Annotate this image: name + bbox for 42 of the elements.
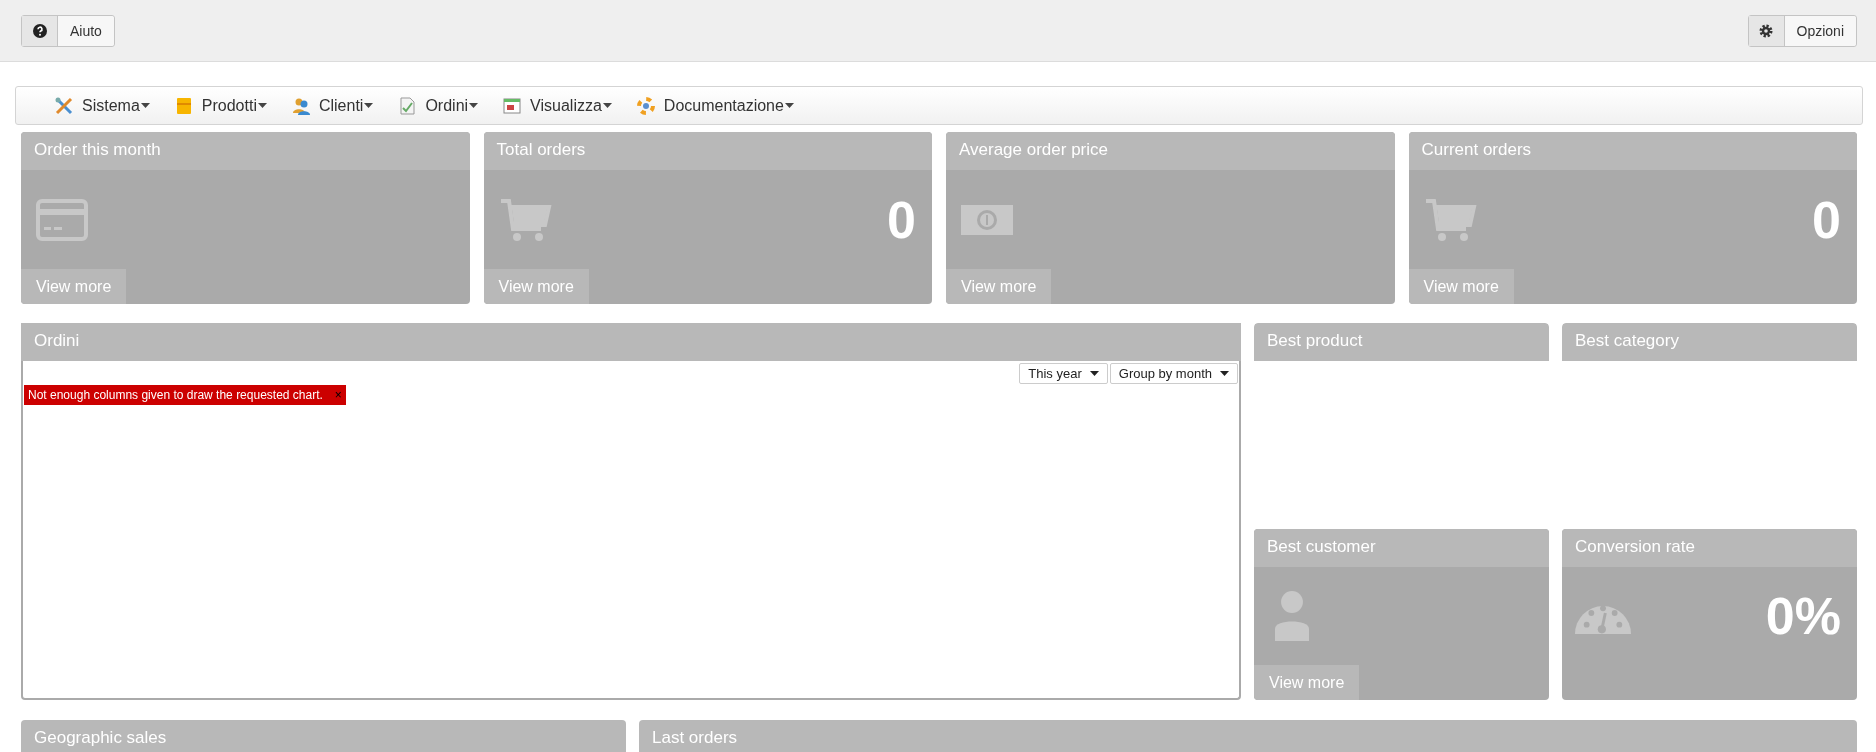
- menu-item[interactable]: Documentazione: [623, 87, 806, 124]
- settings-button[interactable]: [1748, 15, 1785, 46]
- menu-item[interactable]: Sistema: [42, 87, 162, 124]
- tools-icon: [54, 95, 74, 116]
- stat-value: 0: [887, 189, 916, 250]
- panel-title: Best product: [1254, 323, 1549, 361]
- help-button[interactable]: [22, 15, 58, 46]
- caret-icon: [784, 103, 794, 108]
- caret-icon: [469, 103, 479, 108]
- lifebuoy-icon: [635, 95, 656, 116]
- caret-icon: [364, 103, 374, 108]
- stat-value: 0: [1812, 189, 1841, 250]
- person-icon: [1275, 591, 1309, 641]
- menu-item[interactable]: Prodotti: [161, 87, 279, 124]
- caret-icon: [602, 103, 612, 108]
- gauge-icon: [1575, 606, 1631, 634]
- panel-title: Conversion rate: [1562, 529, 1857, 567]
- card-title: Current orders: [1408, 132, 1857, 170]
- panel-title: Best customer: [1254, 529, 1549, 567]
- panel-title: Best category: [1562, 323, 1857, 361]
- caret-icon: [257, 103, 267, 108]
- caret-icon: [140, 103, 150, 108]
- panel-title: Ordini: [21, 323, 1241, 361]
- card-title: Order this month: [21, 132, 470, 170]
- panel-title: Geographic sales: [21, 720, 626, 752]
- card-title: Total orders: [483, 132, 932, 170]
- window-icon: [502, 95, 523, 116]
- caret-icon: [1089, 371, 1099, 376]
- document-icon: [397, 95, 418, 116]
- card-title: Average order price: [946, 132, 1395, 170]
- panel-title: Last orders: [639, 720, 1857, 752]
- dropdown[interactable]: This year: [1019, 363, 1108, 384]
- settings-icon: [1758, 22, 1775, 39]
- dropdown[interactable]: Group by month: [1109, 363, 1238, 384]
- error-message: Not enough columns given to draw the requested chart.: [28, 388, 323, 402]
- stat-value: 0%: [1765, 586, 1841, 646]
- menu-item[interactable]: Ordini: [385, 87, 491, 124]
- caret-icon: [1220, 371, 1229, 376]
- menu-item[interactable]: Clienti: [278, 87, 386, 124]
- help-icon: [31, 22, 48, 39]
- menu-item[interactable]: Visualizza: [490, 87, 624, 124]
- close-button[interactable]: ×: [334, 388, 342, 402]
